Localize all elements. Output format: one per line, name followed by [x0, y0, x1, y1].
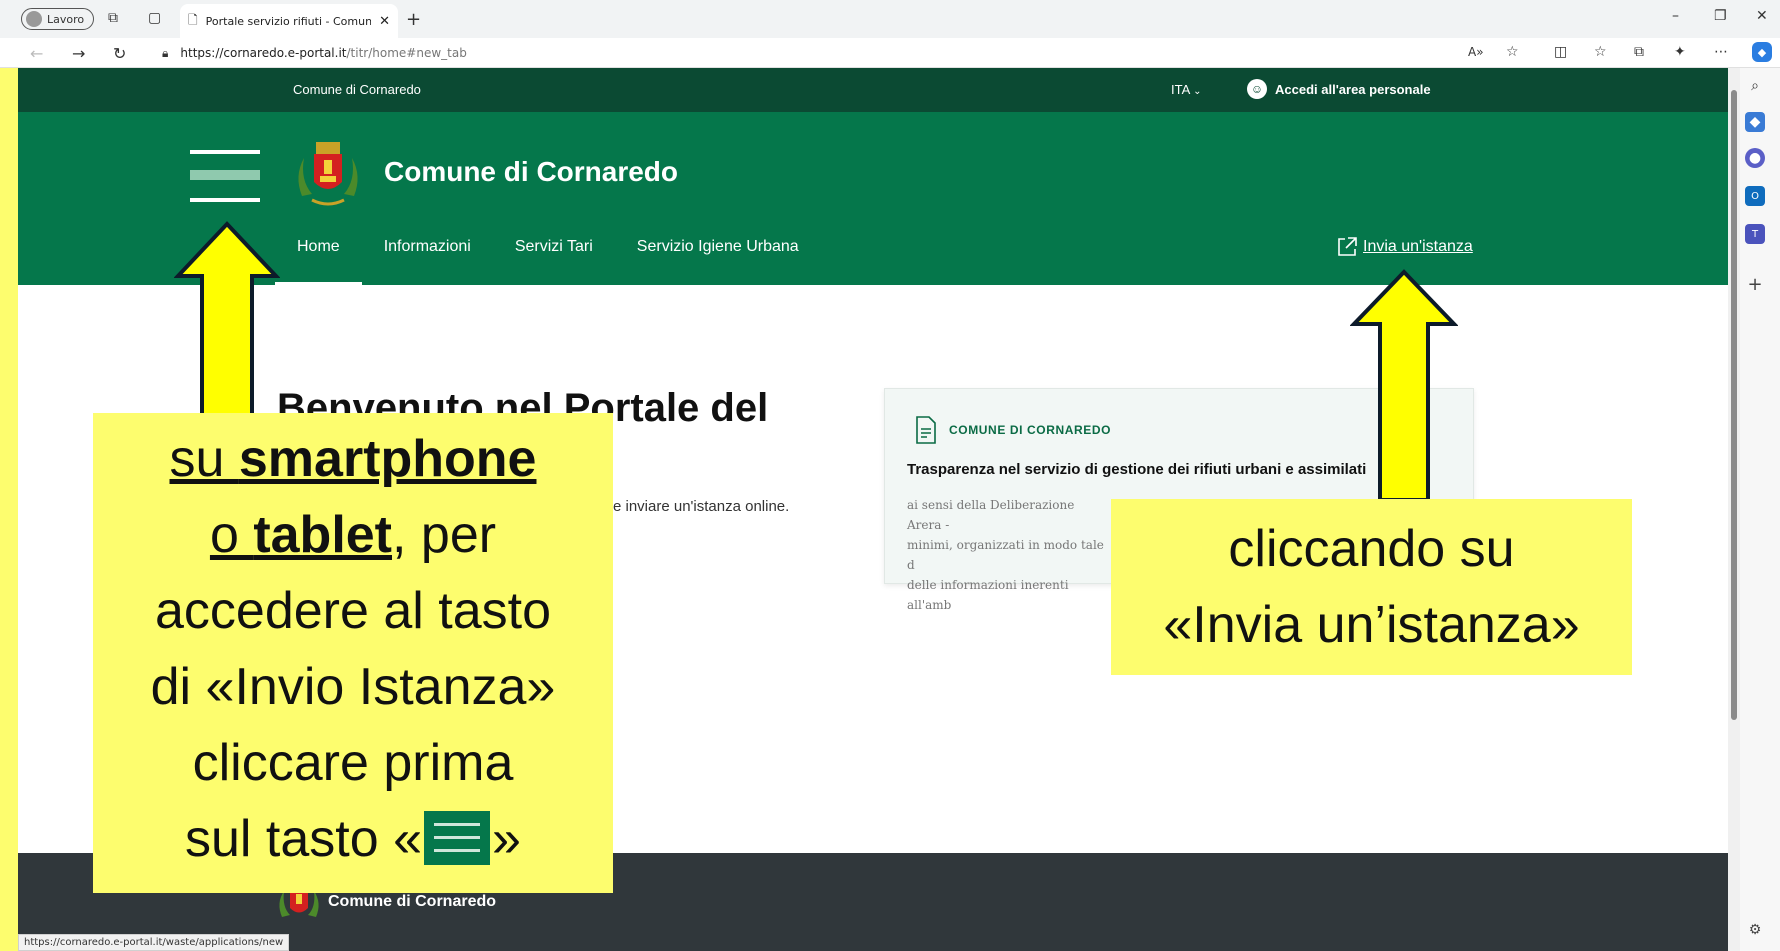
- hamburger-menu-button[interactable]: [190, 150, 260, 202]
- url-host: https://cornaredo.e-portal.it: [180, 46, 347, 60]
- shopping-tag-icon[interactable]: ◆: [1745, 112, 1765, 132]
- card-label: COMUNE DI CORNAREDO: [949, 423, 1112, 437]
- workspaces-icon[interactable]: ⧉: [108, 10, 118, 26]
- hamburger-line-icon: [190, 170, 260, 180]
- search-icon[interactable]: ⌕: [1745, 76, 1765, 96]
- annotation-line: cliccare prima: [192, 734, 514, 792]
- site-title[interactable]: Comune di Cornaredo: [384, 156, 678, 188]
- coat-of-arms-logo[interactable]: [292, 136, 364, 212]
- minimize-icon[interactable]: –: [1672, 8, 1679, 24]
- annotation-left: su smartphone o tablet, per accedere al …: [93, 413, 613, 893]
- scrollbar-thumb[interactable]: [1731, 90, 1737, 720]
- card-text: ai sensi della Deliberazione Arera - min…: [907, 495, 1107, 615]
- annotation-line: di «Invio Istanza»: [150, 658, 556, 716]
- reload-icon[interactable]: ↻: [113, 44, 126, 63]
- url-field[interactable]: 🔒︎ https://cornaredo.e-portal.it/titr/ho…: [148, 41, 1532, 65]
- address-bar: ← → ↻ 🔒︎ https://cornaredo.e-portal.it/t…: [0, 38, 1780, 68]
- invia-istanza-link[interactable]: Invia un'istanza: [1336, 236, 1473, 258]
- profile-button[interactable]: Lavoro: [21, 8, 94, 30]
- restore-icon[interactable]: ❐: [1714, 8, 1727, 24]
- language-label: ITA: [1171, 82, 1190, 97]
- annotation-text: , per: [392, 506, 497, 564]
- up-arrow-to-hamburger: [174, 221, 280, 418]
- tab-title: Portale servizio rifiuti - Comune di Cor…: [205, 14, 372, 28]
- more-menu-icon[interactable]: ⋯: [1714, 44, 1728, 60]
- annotation-text: tablet: [253, 506, 392, 564]
- card-text-line: minimi, organizzati in modo tale d: [907, 538, 1104, 572]
- up-arrow-to-invia: [1350, 269, 1458, 502]
- tools-icon[interactable]: ●: [1745, 148, 1765, 168]
- profile-label: Lavoro: [47, 12, 85, 26]
- page-icon: 🗋: [188, 12, 198, 27]
- annotation-line: sul tasto « »: [93, 801, 613, 877]
- add-sidebar-app-icon[interactable]: +: [1745, 274, 1765, 295]
- user-icon: ☺: [1247, 79, 1267, 99]
- top-strip-org[interactable]: Comune di Cornaredo: [293, 82, 421, 97]
- annotation-line: «Invia un’istanza»: [1163, 596, 1580, 654]
- nav-servizio-igiene-urbana[interactable]: Servizio Igiene Urbana: [615, 230, 821, 285]
- nav-home[interactable]: Home: [275, 230, 362, 285]
- annotation-text: su: [169, 430, 239, 488]
- copilot-icon[interactable]: ◆: [1752, 42, 1772, 62]
- annotation-right: cliccando su «Invia un’istanza»: [1111, 499, 1632, 675]
- favorite-star-icon[interactable]: ☆: [1506, 44, 1519, 60]
- outlook-icon[interactable]: O: [1745, 186, 1765, 206]
- hero-description: e inviare un'istanza online.: [613, 498, 790, 515]
- profile-avatar-icon: [26, 11, 42, 27]
- card-title: Trasparenza nel servizio di gestione dei…: [907, 461, 1367, 478]
- card-text-line: ai sensi della Deliberazione Arera -: [907, 498, 1075, 532]
- invia-istanza-label: Invia un'istanza: [1363, 238, 1473, 255]
- annotation-text: »: [492, 810, 521, 868]
- forward-icon[interactable]: →: [72, 44, 85, 63]
- nav-servizi-tari[interactable]: Servizi Tari: [493, 230, 615, 285]
- chevron-down-icon: ⌄: [1193, 86, 1202, 97]
- browser-tabbar: Lavoro ⧉ ▢ 🗋 Portale servizio rifiuti - …: [0, 0, 1780, 38]
- annotation-text: smartphone: [238, 430, 537, 488]
- extensions-icon[interactable]: ✦: [1674, 44, 1686, 60]
- annotation-text: o: [209, 506, 254, 564]
- split-screen-icon[interactable]: ◫: [1554, 44, 1567, 60]
- tab-actions-icon[interactable]: ▢: [148, 10, 161, 26]
- settings-gear-icon[interactable]: ⚙: [1745, 920, 1765, 940]
- main-nav: Home Informazioni Servizi Tari Servizio …: [275, 230, 821, 285]
- footer-title: Comune di Cornaredo: [328, 893, 497, 910]
- top-strip: Comune di Cornaredo ITA ⌄ ☺ Accedi all'a…: [18, 68, 1728, 112]
- collections-icon[interactable]: ⧉: [1634, 44, 1644, 60]
- annotation-line: accedere al tasto: [154, 582, 552, 640]
- page-scrollbar[interactable]: [1728, 68, 1740, 951]
- nav-informazioni[interactable]: Informazioni: [362, 230, 493, 285]
- document-icon: [916, 416, 936, 444]
- language-selector[interactable]: ITA ⌄: [1171, 82, 1202, 97]
- card-text-line: delle informazioni inerenti all'amb: [907, 578, 1069, 612]
- close-window-icon[interactable]: ✕: [1756, 8, 1768, 24]
- read-aloud-icon[interactable]: A»: [1468, 45, 1484, 59]
- close-tab-icon[interactable]: ✕: [379, 14, 390, 29]
- teams-icon[interactable]: T: [1745, 224, 1765, 244]
- back-icon[interactable]: ←: [30, 44, 43, 63]
- new-tab-icon[interactable]: +: [406, 9, 421, 30]
- hamburger-line-icon: [190, 150, 260, 154]
- status-bar-url: https://cornaredo.e-portal.it/waste/appl…: [18, 934, 290, 951]
- login-label: Accedi all'area personale: [1275, 81, 1431, 97]
- site-info-icon[interactable]: 🔒︎: [162, 46, 168, 61]
- favorites-icon[interactable]: ☆: [1594, 44, 1607, 60]
- browser-tab[interactable]: 🗋 Portale servizio rifiuti - Comune di C…: [180, 4, 398, 38]
- url-path: /titr/home#new_tab: [346, 46, 467, 60]
- external-link-icon: [1338, 237, 1357, 256]
- login-link[interactable]: ☺ Accedi all'area personale: [1247, 79, 1431, 99]
- annotation-line: cliccando su: [1228, 520, 1515, 578]
- hamburger-line-icon: [190, 198, 260, 202]
- inline-hamburger-icon: [424, 811, 491, 866]
- annotation-line: o tablet, per: [93, 497, 613, 573]
- annotation-text: sul tasto «: [185, 810, 423, 868]
- annotation-line: su smartphone: [93, 421, 613, 497]
